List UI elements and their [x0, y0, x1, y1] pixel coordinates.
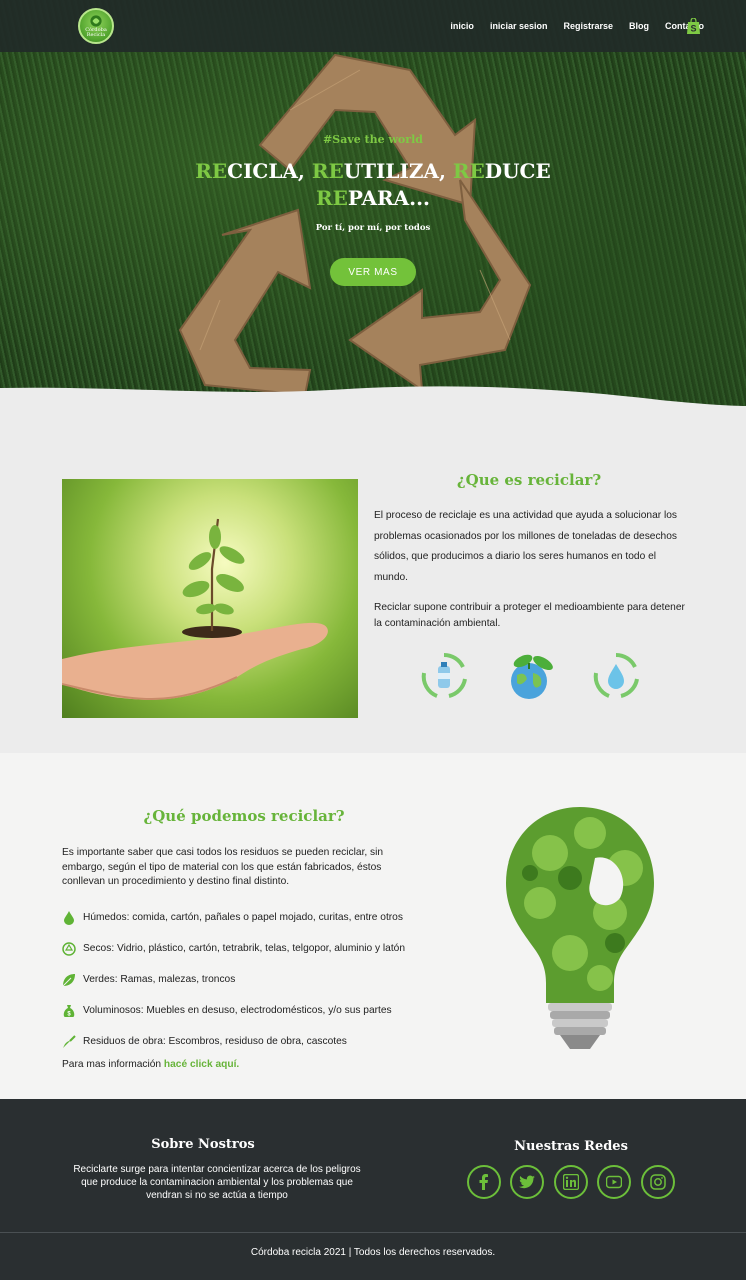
twitter-icon: [519, 1175, 535, 1189]
leaf-icon: [62, 973, 75, 986]
nav-item-blog[interactable]: Blog: [629, 21, 649, 31]
earth-plant-icon: [511, 654, 553, 699]
nav-item-iniciar-sesion[interactable]: iniciar sesion: [490, 21, 548, 31]
instagram-link[interactable]: [641, 1165, 675, 1199]
svg-text:S: S: [690, 24, 696, 34]
footer-about-text: Reciclarte surge para intentar concienti…: [73, 1164, 361, 1201]
facebook-link[interactable]: [467, 1165, 501, 1199]
what-is-recycling-section: ¿Que es reciclar? El proceso de reciclaj…: [0, 410, 746, 753]
list-item: Húmedos: comida, cartón, pañales o papel…: [62, 902, 442, 933]
list-item: $ Voluminosos: Muebles en desuso, electr…: [62, 995, 442, 1026]
ver-mas-button[interactable]: VER MAS: [330, 258, 416, 286]
footer-divider: [0, 1232, 746, 1233]
hero-subtitle: Por tí, por mí, por todos: [315, 223, 431, 233]
navbar: Córdoba Recicla inicio iniciar sesion Reg…: [0, 0, 746, 52]
instagram-icon: [650, 1174, 666, 1190]
recycle-circle-icon: [62, 941, 76, 956]
linkedin-link[interactable]: [554, 1165, 588, 1199]
list-item: Secos: Vidrio, plástico, cartón, tetrabr…: [62, 933, 442, 964]
hero-wave-divider: [0, 386, 746, 410]
hero-tagline: #Save the world: [323, 133, 423, 146]
logo-text: Córdoba Recicla: [85, 27, 107, 38]
shopify-bag-icon[interactable]: S: [686, 18, 701, 34]
nav-item-inicio[interactable]: inicio: [450, 21, 474, 31]
trowel-icon: [63, 1034, 76, 1048]
paragraph: Reciclar supone contribuir a proteger el…: [374, 602, 685, 629]
logo[interactable]: Córdoba Recicla: [78, 8, 114, 44]
youtube-link[interactable]: [597, 1165, 631, 1199]
linkedin-icon: [563, 1174, 579, 1190]
paragraph: Es importante saber que casi todos los r…: [62, 847, 384, 887]
more-info-link[interactable]: hacé click aquí.: [164, 1059, 239, 1070]
footer: Sobre Nostros Reciclarte surge para inte…: [0, 1099, 746, 1280]
youtube-icon: [606, 1175, 622, 1189]
twitter-link[interactable]: [510, 1165, 544, 1199]
what-can-we-recycle-section: ¿Qué podemos reciclar? Es importante sab…: [0, 753, 746, 1099]
hero-title: RECICLA, REUTILIZA, REDUCE REPARA...: [195, 159, 551, 210]
hero-section: #Save the world RECICLA, REUTILIZA, REDU…: [0, 0, 746, 410]
globe-leaf-icon: [90, 15, 102, 27]
copyright-text: Córdoba recicla 2021 | Todos los derecho…: [250, 1247, 496, 1258]
paragraph: El proceso de reciclaje es una actividad…: [374, 510, 677, 583]
list-item: Verdes: Ramas, malezas, troncos: [62, 964, 442, 995]
money-bag-icon: $: [63, 1004, 75, 1017]
nav-item-registrarse[interactable]: Registrarse: [563, 21, 613, 31]
facebook-icon: [479, 1174, 488, 1190]
more-info-text: Para mas información hacé click aquí.: [62, 1059, 240, 1070]
recycle-types-list: Húmedos: comida, cartón, pañales o papel…: [62, 902, 442, 1057]
recycle-bottle-icon: [421, 652, 467, 698]
nav-menu: inicio iniciar sesion Registrarse Blog C…: [450, 0, 704, 52]
tree-lightbulb-image: [506, 807, 654, 1049]
drop-icon: [64, 910, 74, 925]
list-item: Residuos de obra: Escombros, residuso de…: [62, 1026, 442, 1057]
section-title: ¿Que es reciclar?: [456, 471, 602, 489]
footer-about-title: Sobre Nostros: [151, 1137, 255, 1152]
hand-sprout-image: [62, 479, 358, 718]
recycle-water-icon: [593, 652, 639, 698]
section-title: ¿Qué podemos reciclar?: [143, 807, 345, 825]
footer-social-title: Nuestras Redes: [514, 1139, 628, 1154]
